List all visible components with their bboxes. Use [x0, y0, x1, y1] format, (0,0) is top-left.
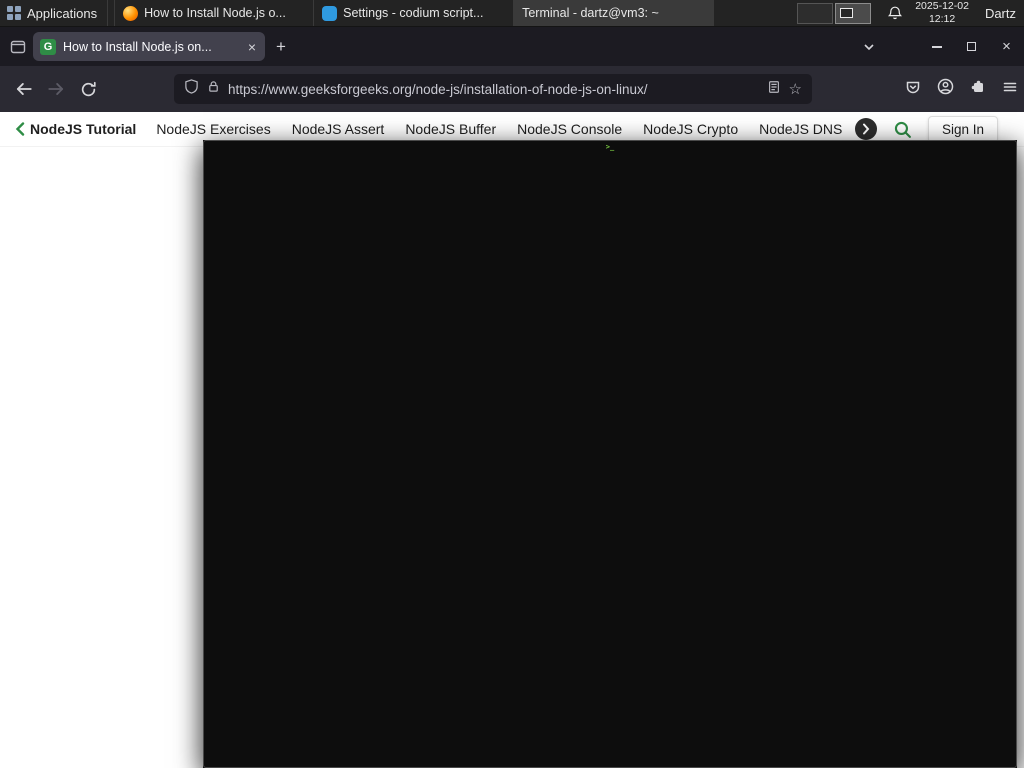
window-controls: × — [919, 27, 1024, 66]
taskbar-window-button[interactable]: Settings - codium script... — [314, 0, 515, 26]
taskbar-spacer — [714, 0, 797, 26]
taskbar-window-button[interactable]: How to Install Node.js o... — [114, 0, 315, 26]
sitenav-items: NodeJS Exercises NodeJS Assert NodeJS Buff… — [156, 121, 855, 137]
tab-bar: G How to Install Node.js on... × + × — [0, 27, 1024, 66]
workspace-pager[interactable] — [797, 0, 872, 26]
taskbar-window-title: Terminal - dartz@vm3: ~ — [522, 6, 659, 20]
tab-favicon: G — [40, 38, 56, 55]
forward-button[interactable] — [40, 73, 72, 105]
url-bar[interactable]: https://www.geeksforgeeks.org/node-js/in… — [174, 74, 812, 104]
taskbar-window-title: How to Install Node.js o... — [144, 6, 286, 20]
menu-hamburger-icon[interactable] — [1002, 79, 1018, 100]
sitenav-item[interactable]: NodeJS DNS — [759, 121, 842, 137]
workspace-2-active[interactable] — [835, 2, 872, 24]
tab-title: How to Install Node.js on... — [63, 39, 212, 54]
clock-time: 12:12 — [928, 13, 956, 25]
clock-date: 2025-12-02 — [915, 0, 969, 12]
notifications-bell-icon[interactable] — [887, 0, 903, 26]
tab-close-icon[interactable]: × — [246, 39, 258, 55]
taskbar: Applications How to Install Node.js o...… — [0, 0, 1024, 768]
sitenav-item-active[interactable]: NodeJS Tutorial — [30, 121, 136, 137]
sitenav-right: Sign In — [854, 115, 1024, 143]
reader-view-icon[interactable] — [767, 80, 781, 99]
mini-window-icon — [840, 8, 854, 18]
toolbar-right-icons — [905, 66, 1018, 112]
clock[interactable]: 2025-12-02 12:12 — [915, 0, 969, 26]
codium-icon — [322, 5, 338, 21]
sitenav-item[interactable]: NodeJS Console — [517, 121, 622, 137]
taskbar-window-title: Settings - codium script... — [343, 6, 484, 20]
account-icon[interactable] — [937, 78, 954, 100]
browser-tab[interactable]: G How to Install Node.js on... × — [33, 32, 265, 61]
extensions-puzzle-icon[interactable] — [970, 79, 986, 100]
sitenav-item[interactable]: NodeJS Assert — [292, 121, 385, 137]
bookmark-star-icon[interactable]: ☆ — [789, 80, 802, 98]
new-tab-button[interactable]: + — [265, 37, 297, 57]
applications-label: Applications — [27, 5, 98, 21]
terminal-icon: >_ — [203, 140, 1017, 768]
panel-separator — [107, 0, 114, 26]
window-minimize-button[interactable] — [919, 27, 954, 66]
browser-toolbar: https://www.geeksforgeeks.org/node-js/in… — [0, 66, 1024, 112]
user-menu[interactable]: Dartz — [985, 6, 1016, 21]
firefox-icon — [123, 5, 139, 21]
sitenav-item[interactable]: NodeJS Crypto — [643, 121, 738, 137]
pocket-icon[interactable] — [905, 79, 921, 100]
firefox-view-button[interactable] — [10, 39, 26, 55]
window-close-button[interactable]: × — [989, 27, 1024, 66]
shield-icon[interactable] — [184, 79, 199, 99]
nav-scroll-right-button[interactable] — [854, 118, 877, 140]
lock-icon[interactable] — [207, 80, 220, 98]
url-text[interactable]: https://www.geeksforgeeks.org/node-js/in… — [228, 82, 759, 97]
taskbar-window-button[interactable]: >_ Terminal - dartz@vm3: ~ — [203, 0, 1017, 768]
applications-icon — [7, 6, 21, 20]
sign-in-button[interactable]: Sign In — [927, 115, 998, 143]
sitenav-item[interactable]: NodeJS Exercises — [156, 121, 270, 137]
search-icon[interactable] — [893, 120, 912, 139]
nav-chevron-left-icon[interactable] — [14, 121, 26, 137]
taskbar-window-list: How to Install Node.js o... Settings - co… — [114, 0, 1017, 768]
applications-menu-button[interactable]: Applications — [0, 0, 107, 26]
desktop-screen: Applications How to Install Node.js o...… — [0, 0, 1024, 768]
window-maximize-button[interactable] — [954, 27, 989, 66]
list-all-tabs-button[interactable] — [862, 27, 876, 66]
sitenav-item[interactable]: NodeJS Buffer — [405, 121, 496, 137]
back-button[interactable] — [8, 73, 40, 105]
reload-button[interactable] — [72, 73, 104, 105]
workspace-1[interactable] — [797, 2, 834, 24]
